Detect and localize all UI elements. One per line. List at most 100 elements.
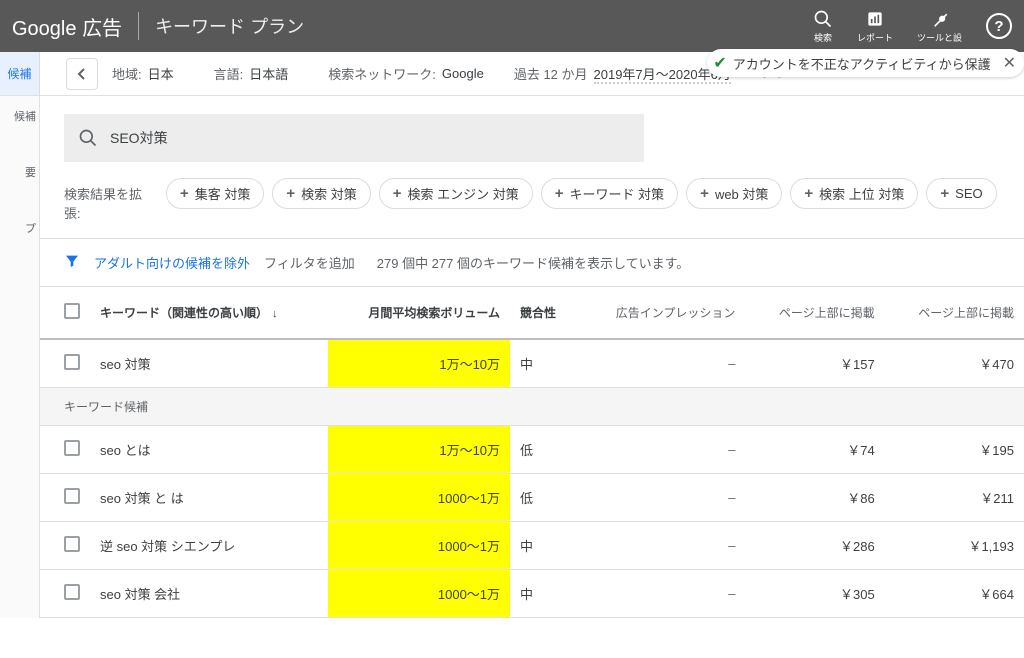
expand-chip[interactable]: +SEO [926, 178, 996, 209]
chip-label: web 対策 [715, 184, 768, 203]
keyword-table: キーワード（関連性の高い順）↓ 月間平均検索ボリューム 競合性 広告インプレッシ… [40, 287, 1024, 618]
lang-filter[interactable]: 言語: 日本語 [214, 64, 289, 83]
impressions-cell: – [577, 426, 745, 474]
sidebar-item[interactable]: 要 [0, 152, 39, 192]
logo: Google 広告 [12, 12, 122, 41]
date-prefix: 過去 12 か月 [514, 64, 588, 83]
expand-chip[interactable]: + web 対策 [686, 178, 782, 209]
table-row[interactable]: seo 対策 会社1000～1万中–￥305￥664 [40, 570, 1024, 618]
checkbox-icon[interactable] [64, 536, 80, 552]
competition-cell: 中 [510, 339, 577, 388]
checkbox-icon[interactable] [64, 440, 80, 456]
expand-chip[interactable]: +検索 エンジン 対策 [379, 178, 533, 209]
search-query: SEO対策 [110, 128, 168, 148]
exclude-adult-link[interactable]: アダルト向けの候補を除外 [94, 253, 250, 272]
impressions-cell: – [577, 570, 745, 618]
keyword-cell: seo 対策 会社 [90, 570, 328, 618]
plus-icon: + [700, 185, 709, 202]
bid-high-header[interactable]: ページ上部に掲載 [885, 287, 1024, 339]
checkbox-icon[interactable] [64, 584, 80, 600]
back-button[interactable] [66, 58, 98, 90]
sidebar-item[interactable]: 候補 [0, 96, 39, 136]
expand-chip[interactable]: +キーワード 対策 [541, 178, 678, 209]
row-checkbox-cell[interactable] [40, 474, 90, 522]
table-row[interactable]: seo とは1万～10万低–￥74￥195 [40, 426, 1024, 474]
search-box[interactable]: SEO対策 [64, 114, 644, 162]
keyword-cell: seo とは [90, 426, 328, 474]
plus-icon: + [180, 185, 189, 202]
chevron-left-icon [77, 68, 87, 80]
competition-cell: 低 [510, 474, 577, 522]
bid-low-cell: ￥286 [745, 522, 884, 570]
expand-chip[interactable]: + 集客 対策 [166, 178, 264, 209]
network-filter[interactable]: 検索ネットワーク: Google [328, 64, 484, 83]
tools-tool[interactable]: ツールと設 [917, 9, 962, 44]
expand-chip[interactable]: +検索 上位 対策 [790, 178, 918, 209]
table-row[interactable]: seo 対策1万～10万中–￥157￥470 [40, 339, 1024, 388]
plus-icon: + [804, 185, 813, 202]
add-filter-link[interactable]: フィルタを追加 [264, 253, 355, 272]
protection-text: アカウントを不正なアクティビティから保護 [733, 54, 991, 73]
volume-cell: 1万～10万 [328, 339, 510, 388]
left-nav: 候補 要 プ [0, 96, 40, 618]
volume-cell: 1000～1万 [328, 474, 510, 522]
lang-value: 日本語 [249, 64, 288, 83]
search-tool[interactable]: 検索 [813, 9, 833, 44]
help-button[interactable]: ? [986, 13, 1012, 39]
protection-banner: ✔ アカウントを不正なアクティビティから保護 ✕ [707, 49, 1024, 77]
chip-label: キーワード 対策 [570, 184, 665, 203]
bid-low-cell: ￥305 [745, 570, 884, 618]
report-tool[interactable]: レポート [857, 9, 893, 44]
filter-info-row: アダルト向けの候補を除外 フィルタを追加 279 個中 277 個のキーワード候… [40, 239, 1024, 287]
row-checkbox-cell[interactable] [40, 426, 90, 474]
search-tool-label: 検索 [814, 31, 832, 44]
volume-cell: 1000～1万 [328, 570, 510, 618]
checkbox-icon[interactable] [64, 303, 80, 319]
volume-cell: 1000～1万 [328, 522, 510, 570]
table-row[interactable]: seo 対策 と は1000～1万低–￥86￥211 [40, 474, 1024, 522]
search-icon [813, 9, 833, 29]
bid-low-cell: ￥157 [745, 339, 884, 388]
funnel-icon [64, 253, 80, 272]
header-tools: 検索 レポート ツールと設 ? [813, 9, 1012, 44]
region-value: 日本 [148, 64, 174, 83]
search-icon [78, 128, 98, 148]
plus-icon: + [393, 185, 402, 202]
app-header: Google 広告 キーワード プラン 検索 レポート ツールと設 ? [0, 0, 1024, 52]
sidebar-item[interactable]: プ [0, 208, 39, 248]
checkbox-icon[interactable] [64, 354, 80, 370]
keyword-header[interactable]: キーワード（関連性の高い順）↓ [90, 287, 328, 339]
report-tool-label: レポート [857, 31, 893, 44]
impressions-header[interactable]: 広告インプレッション [577, 287, 745, 339]
sidebar-tab-active[interactable]: 候補 [0, 52, 40, 95]
bid-high-cell: ￥470 [885, 339, 1024, 388]
plus-icon: + [940, 185, 949, 202]
row-checkbox-cell[interactable] [40, 522, 90, 570]
sort-arrow-icon: ↓ [272, 308, 278, 320]
check-icon: ✔ [713, 53, 726, 73]
volume-header[interactable]: 月間平均検索ボリューム [328, 287, 510, 339]
page-title: キーワード プラン [155, 13, 304, 39]
region-filter[interactable]: 地域: 日本 [112, 64, 174, 83]
section-row: キーワード候補 [40, 388, 1024, 426]
region-label: 地域: [112, 64, 142, 83]
report-icon [865, 9, 885, 29]
keyword-cell: seo 対策 と は [90, 474, 328, 522]
checkbox-icon[interactable] [64, 488, 80, 504]
volume-cell: 1万～10万 [328, 426, 510, 474]
expand-chip[interactable]: +検索 対策 [272, 178, 370, 209]
section-label: キーワード候補 [40, 388, 1024, 426]
close-icon[interactable]: ✕ [997, 53, 1016, 73]
main-content: SEO対策 検索結果を拡張: +集客 対策+検索 対策+検索 エンジン 対策+キ… [40, 96, 1024, 618]
table-row[interactable]: 逆 seo 対策 シエンプレ1000～1万中–￥286￥1,193 [40, 522, 1024, 570]
row-checkbox-cell[interactable] [40, 570, 90, 618]
row-checkbox-cell[interactable] [40, 339, 90, 388]
logo-google: Google [12, 18, 77, 40]
competition-cell: 低 [510, 426, 577, 474]
competition-cell: 中 [510, 570, 577, 618]
competition-header[interactable]: 競合性 [510, 287, 577, 339]
select-all-header[interactable] [40, 287, 90, 339]
expand-label: 検索結果を拡張: [64, 178, 152, 222]
chip-label: 集客 対策 [195, 184, 251, 203]
bid-low-header[interactable]: ページ上部に掲載 [745, 287, 884, 339]
